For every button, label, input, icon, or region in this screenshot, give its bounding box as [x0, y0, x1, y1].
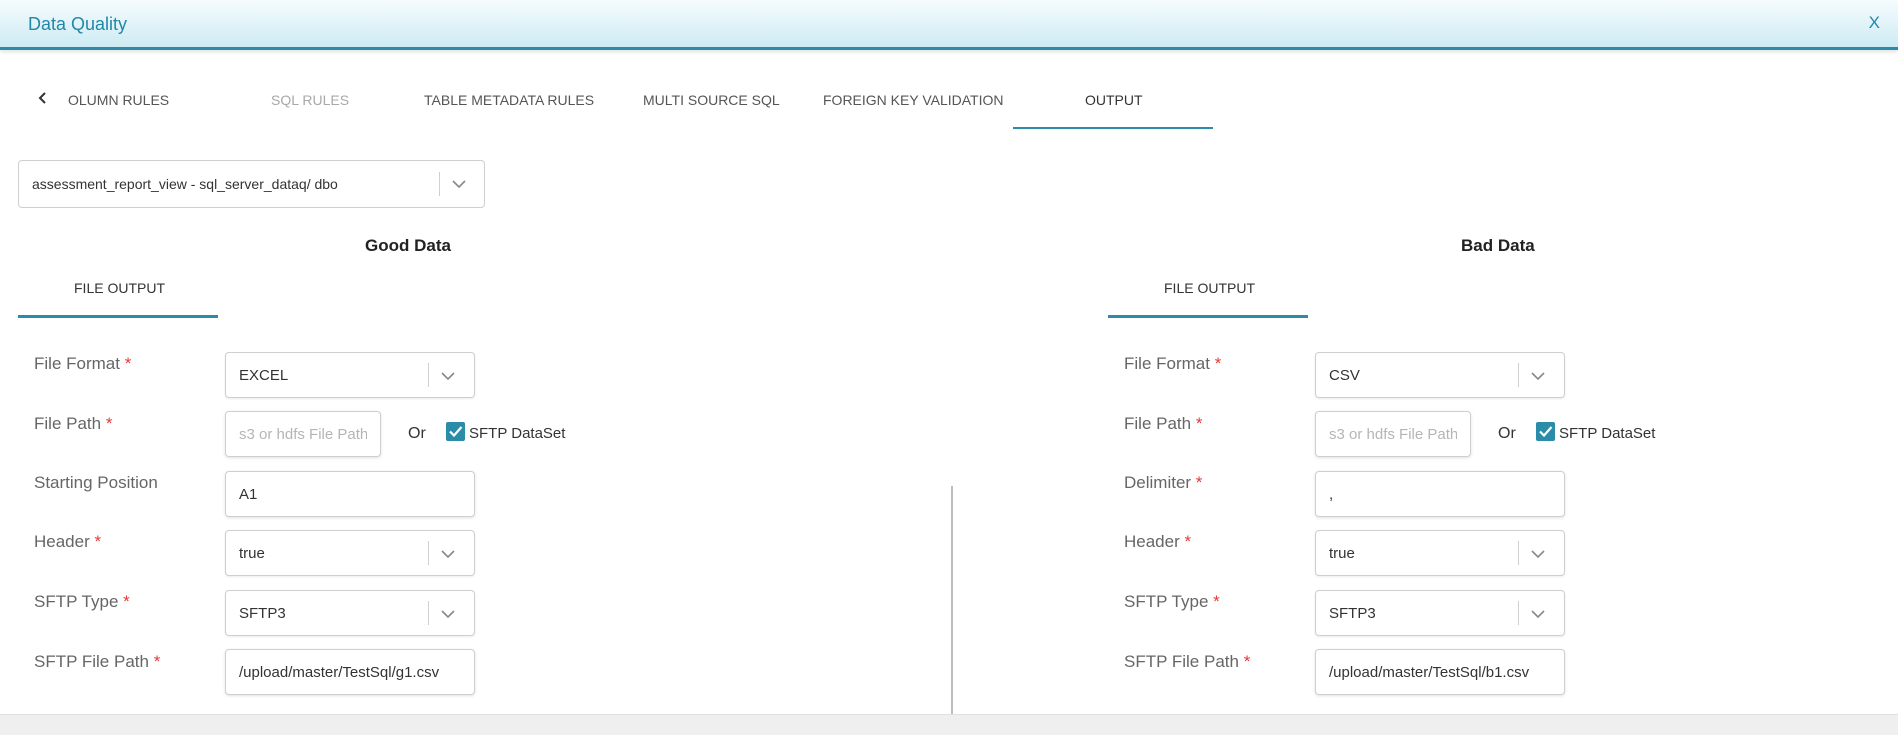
- good-sftp-type-label: SFTP Type *: [34, 592, 130, 611]
- select-separator: [428, 363, 429, 387]
- good-sftp-type-select[interactable]: SFTP3: [225, 590, 475, 636]
- bad-data-file-output-tab[interactable]: FILE OUTPUT: [1164, 280, 1255, 296]
- good-data-title: Good Data: [365, 236, 451, 255]
- bad-file-format-value: CSV: [1329, 367, 1360, 384]
- chevron-down-icon: [440, 607, 456, 621]
- close-button[interactable]: X: [1869, 13, 1880, 33]
- checkmark-icon: [449, 426, 463, 438]
- good-sftp-dataset-label[interactable]: SFTP DataSet: [469, 425, 565, 442]
- good-file-path-label: File Path *: [34, 414, 113, 433]
- good-file-format-select[interactable]: EXCEL: [225, 352, 475, 398]
- good-file-format-label: File Format *: [34, 354, 132, 373]
- tab-table-metadata-rules[interactable]: TABLE METADATA RULES: [424, 92, 594, 108]
- tab-output[interactable]: OUTPUT: [1085, 92, 1143, 108]
- chevron-left-icon[interactable]: [36, 89, 50, 112]
- select-separator: [1518, 541, 1519, 565]
- good-starting-position-label: Starting Position: [34, 473, 158, 492]
- good-header-select[interactable]: true: [225, 530, 475, 576]
- bad-sftp-file-path-input[interactable]: [1315, 649, 1565, 695]
- rule-tabs: OLUMN RULES SQL RULES TABLE METADATA RUL…: [0, 80, 1898, 130]
- bad-data-subtab-indicator: [1108, 315, 1308, 318]
- good-data-subtab-indicator: [18, 315, 218, 318]
- good-starting-position-input[interactable]: [225, 471, 475, 517]
- tab-sql-rules[interactable]: SQL RULES: [271, 92, 349, 108]
- select-separator: [428, 541, 429, 565]
- chevron-down-icon: [451, 177, 467, 191]
- tab-multi-source-sql[interactable]: MULTI SOURCE SQL: [643, 92, 780, 108]
- bad-data-title: Bad Data: [1461, 236, 1535, 255]
- bad-sftp-type-value: SFTP3: [1329, 605, 1376, 622]
- dataset-select-value: assessment_report_view - sql_server_data…: [32, 176, 338, 192]
- bottom-scroll-area: [0, 714, 1898, 735]
- good-sftp-file-path-label: SFTP File Path *: [34, 652, 161, 671]
- bad-header-label: Header *: [1124, 532, 1192, 551]
- bad-file-path-input[interactable]: [1315, 411, 1471, 457]
- bad-header-value: true: [1329, 545, 1355, 562]
- good-sftp-file-path-input[interactable]: [225, 649, 475, 695]
- good-header-value: true: [239, 545, 265, 562]
- chevron-down-icon: [1530, 547, 1546, 561]
- chevron-down-icon: [440, 369, 456, 383]
- dataset-select[interactable]: assessment_report_view - sql_server_data…: [18, 160, 485, 208]
- chevron-down-icon: [1530, 607, 1546, 621]
- bad-delimiter-input[interactable]: [1315, 471, 1565, 517]
- bad-sftp-type-select[interactable]: SFTP3: [1315, 590, 1565, 636]
- bad-file-path-label: File Path *: [1124, 414, 1203, 433]
- good-header-label: Header *: [34, 532, 102, 551]
- good-or-label: Or: [408, 425, 426, 442]
- select-separator: [1518, 363, 1519, 387]
- bad-or-label: Or: [1498, 425, 1516, 442]
- dialog-title: Data Quality: [28, 14, 128, 34]
- bad-file-format-label: File Format *: [1124, 354, 1222, 373]
- bad-sftp-dataset-checkbox[interactable]: [1536, 422, 1555, 441]
- chevron-down-icon: [440, 547, 456, 561]
- section-divider: [951, 486, 953, 714]
- good-sftp-dataset-checkbox[interactable]: [446, 422, 465, 441]
- tab-foreign-key-validation[interactable]: FOREIGN KEY VALIDATION: [823, 92, 1003, 108]
- active-tab-indicator: [1013, 127, 1213, 129]
- good-data-file-output-tab[interactable]: FILE OUTPUT: [74, 280, 165, 296]
- good-file-format-value: EXCEL: [239, 367, 289, 384]
- tab-column-rules[interactable]: OLUMN RULES: [68, 92, 169, 108]
- select-separator: [1518, 601, 1519, 625]
- title-bar: Data Quality X: [0, 0, 1898, 50]
- bad-delimiter-label: Delimiter *: [1124, 473, 1203, 492]
- chevron-down-icon: [1530, 369, 1546, 383]
- bad-header-select[interactable]: true: [1315, 530, 1565, 576]
- bad-file-format-select[interactable]: CSV: [1315, 352, 1565, 398]
- bad-sftp-dataset-label[interactable]: SFTP DataSet: [1559, 425, 1655, 442]
- good-file-path-input[interactable]: [225, 411, 381, 457]
- good-sftp-type-value: SFTP3: [239, 605, 286, 622]
- bad-sftp-type-label: SFTP Type *: [1124, 592, 1220, 611]
- select-separator: [439, 172, 440, 196]
- select-separator: [428, 601, 429, 625]
- checkmark-icon: [1539, 426, 1553, 438]
- bad-sftp-file-path-label: SFTP File Path *: [1124, 652, 1251, 671]
